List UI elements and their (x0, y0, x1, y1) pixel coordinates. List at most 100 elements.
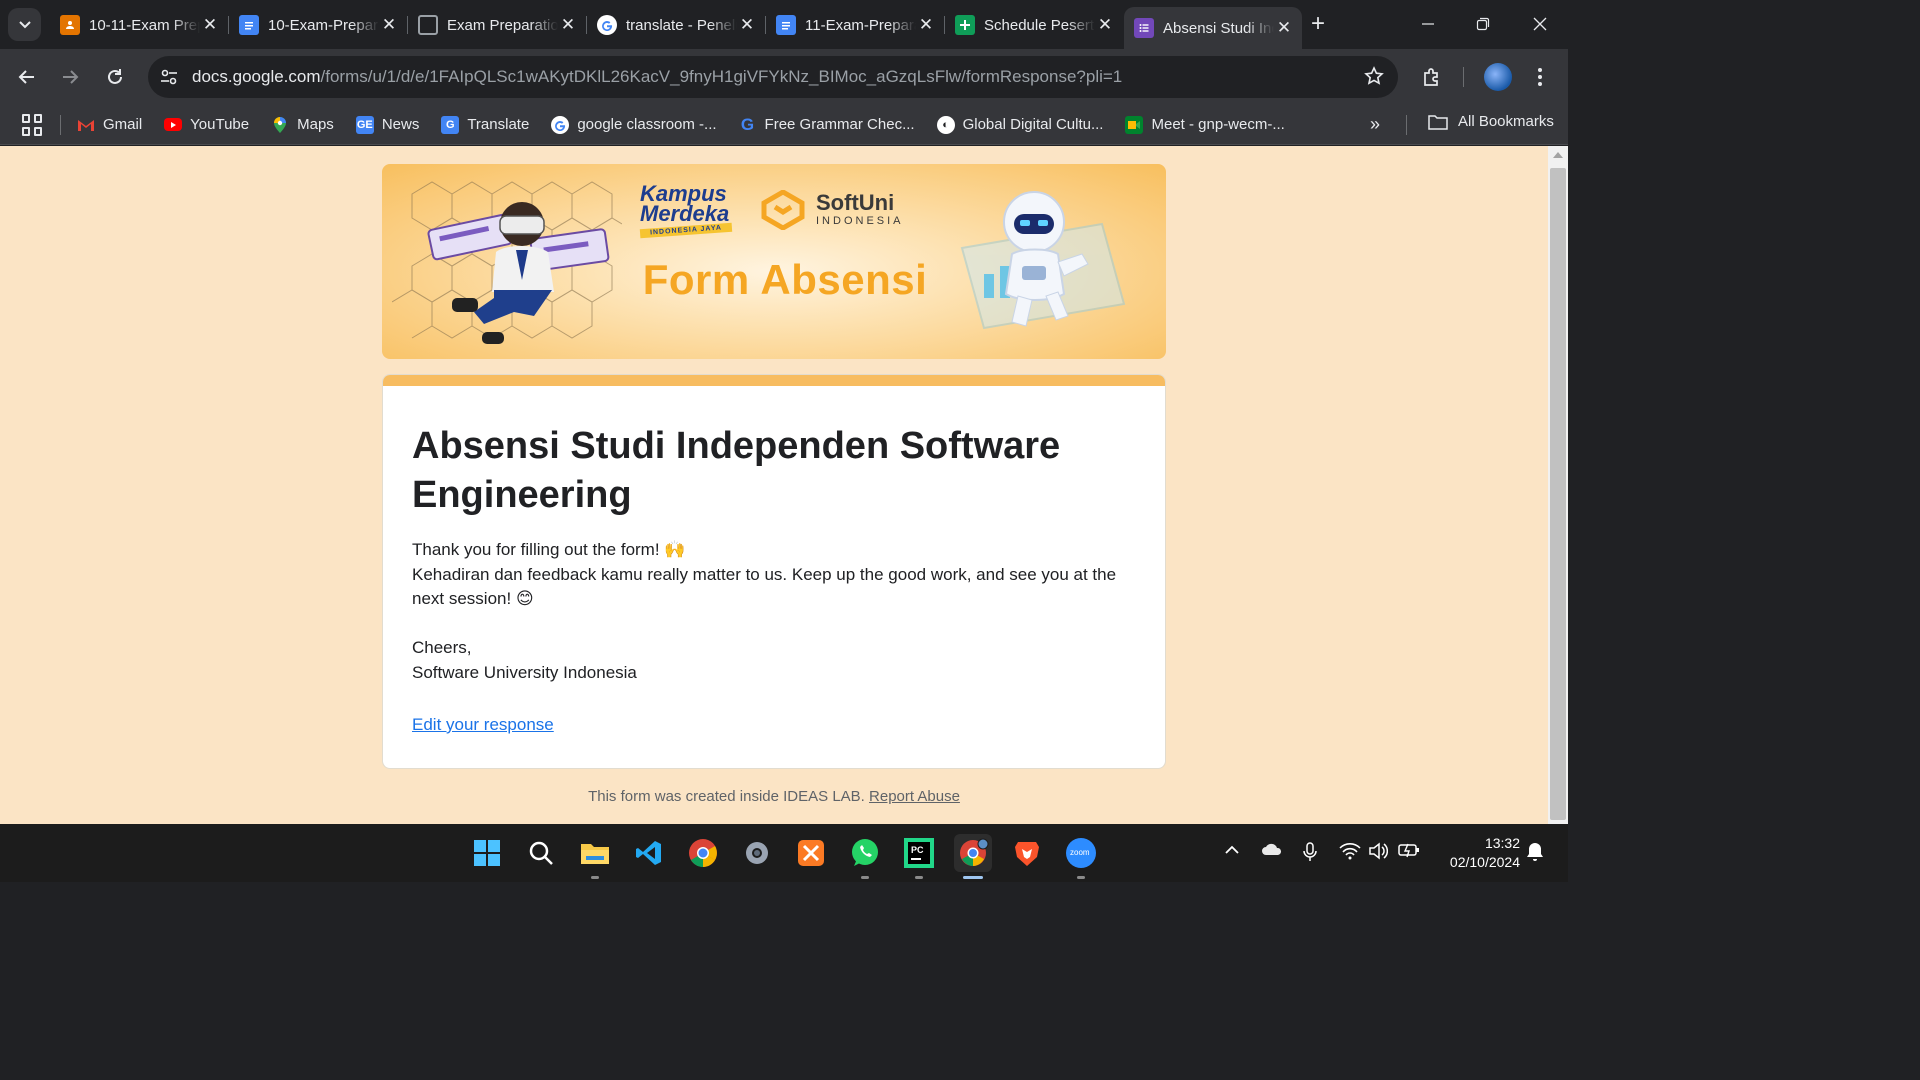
tab-exam-prep-doc-11[interactable]: 11-Exam-Preparation ✕ (766, 7, 945, 43)
url-host: docs.google.com (192, 67, 321, 86)
site-info-icon[interactable] (158, 66, 180, 88)
page-footer: This form was created inside IDEAS LAB. … (0, 788, 1548, 805)
apps-grid-icon[interactable] (22, 113, 44, 136)
running-indicator (861, 876, 869, 879)
tab-exam-preparation[interactable]: Exam Preparation ✕ (408, 7, 587, 43)
tab-exam-prep-slides[interactable]: 10-11-Exam Preparation ✕ (50, 7, 229, 43)
bookmarks-bar: Gmail YouTube Maps GE News G Translate goo… (0, 105, 1568, 145)
clock-time: 13:32 (1484, 835, 1520, 851)
settings-icon (746, 842, 768, 864)
extensions-button[interactable] (1416, 61, 1448, 93)
bookmark-google-classroom[interactable]: google classroom -... (551, 115, 717, 134)
form-page: Kampus Merdeka INDONESIA JAYA SoftUni IND… (0, 146, 1548, 824)
forward-button[interactable] (54, 61, 86, 93)
vscode-button[interactable] (630, 834, 668, 872)
notification-bell-icon[interactable] (1526, 842, 1544, 867)
reload-button[interactable] (99, 61, 131, 93)
address-bar[interactable]: docs.google.com/forms/u/1/d/e/1FAIpQLSc1… (148, 56, 1398, 98)
search-icon (529, 841, 553, 865)
message-line: Kehadiran dan feedback kamu really matte… (412, 564, 1117, 609)
grammar-icon: G (740, 114, 755, 134)
tab-title: Schedule Peserta (984, 16, 1095, 34)
all-bookmarks-button[interactable]: All Bookmarks (1428, 113, 1554, 130)
bookmark-label: YouTube (190, 116, 250, 133)
bookmark-star-icon[interactable] (1364, 66, 1384, 91)
close-icon[interactable]: ✕ (1095, 15, 1115, 35)
more-bookmarks-icon[interactable]: » (1370, 114, 1380, 135)
more-vert-icon (1538, 68, 1542, 86)
zoom-button[interactable]: zoom (1062, 834, 1100, 879)
close-icon[interactable]: ✕ (379, 15, 399, 35)
chrome-button[interactable] (684, 834, 722, 872)
back-button[interactable] (11, 61, 43, 93)
menu-button[interactable] (1524, 61, 1556, 93)
docs-icon (776, 15, 796, 35)
bookmark-global-digital[interactable]: ◐ Global Digital Cultu... (936, 115, 1103, 134)
search-button[interactable] (522, 834, 560, 872)
banner-title: Form Absensi (642, 256, 928, 303)
globe-icon: ◐ (936, 115, 955, 134)
close-icon[interactable]: ✕ (1274, 18, 1294, 38)
confirmation-card: Absensi Studi Independen Software Engine… (382, 374, 1166, 769)
bookmark-maps[interactable]: Maps (271, 116, 334, 134)
onedrive-icon[interactable] (1261, 842, 1283, 861)
wifi-icon[interactable] (1339, 842, 1361, 865)
close-icon (1533, 17, 1547, 31)
minimize-button[interactable] (1408, 10, 1448, 40)
edit-response-link[interactable]: Edit your response (412, 715, 554, 735)
bookmark-meet[interactable]: Meet - gnp-wecm-... (1125, 115, 1285, 134)
settings-button[interactable] (738, 834, 776, 872)
tab-absensi-active[interactable]: Absensi Studi Independen ✕ (1124, 7, 1302, 49)
arrow-left-icon (18, 70, 34, 84)
softuni-subtext: INDONESIA (816, 215, 904, 227)
pycharm-button[interactable]: PC (900, 834, 938, 879)
show-hidden-icons-button[interactable] (1224, 842, 1240, 860)
bookmark-translate[interactable]: G Translate (441, 115, 530, 134)
report-abuse-link[interactable]: Report Abuse (869, 788, 960, 805)
minimize-icon (1422, 23, 1434, 25)
close-window-button[interactable] (1520, 10, 1560, 40)
close-icon[interactable]: ✕ (737, 15, 757, 35)
maps-icon (271, 116, 289, 134)
microphone-icon[interactable] (1303, 842, 1317, 867)
profile-avatar[interactable] (1484, 63, 1512, 91)
close-icon[interactable]: ✕ (558, 15, 578, 35)
browser-toolbar: docs.google.com/forms/u/1/d/e/1FAIpQLSc1… (0, 49, 1568, 105)
news-icon: GE (355, 115, 374, 134)
chrome-profile-button[interactable] (954, 834, 992, 879)
softuni-mark-icon (761, 190, 805, 230)
scrollbar-thumb[interactable] (1550, 168, 1566, 820)
tab-schedule[interactable]: Schedule Peserta ✕ (945, 7, 1123, 43)
xampp-button[interactable] (792, 834, 830, 872)
bookmark-label: Translate (467, 116, 530, 133)
battery-icon[interactable] (1398, 842, 1420, 863)
bookmark-label: google classroom -... (577, 116, 717, 133)
bookmarks-divider (60, 114, 61, 135)
url-text[interactable]: docs.google.com/forms/u/1/d/e/1FAIpQLSc1… (192, 67, 1122, 87)
restore-button[interactable] (1463, 10, 1503, 40)
scroll-up-arrow[interactable] (1553, 152, 1563, 158)
bookmark-youtube[interactable]: YouTube (164, 116, 249, 133)
google-icon (597, 15, 617, 35)
new-tab-button[interactable]: + (1304, 10, 1332, 38)
running-indicator (915, 876, 923, 879)
bookmark-news[interactable]: GE News (355, 115, 419, 134)
bookmark-grammar[interactable]: G Free Grammar Chec... (739, 114, 915, 134)
close-icon[interactable]: ✕ (916, 15, 936, 35)
bookmark-gmail[interactable]: Gmail (77, 116, 142, 134)
page-scrollbar[interactable] (1548, 146, 1568, 824)
tab-search-button[interactable] (8, 8, 41, 41)
window-icon (418, 15, 438, 35)
system-clock[interactable]: 13:32 02/10/2024 (1430, 834, 1520, 872)
kampus-merdeka-text: Kampus Merdeka (640, 181, 730, 226)
start-button[interactable] (468, 834, 506, 872)
tab-translate[interactable]: translate - Penelusuran Google ✕ (587, 7, 766, 43)
volume-icon[interactable] (1368, 842, 1389, 865)
file-explorer-button[interactable] (576, 834, 614, 879)
chevron-down-icon (18, 20, 31, 28)
whatsapp-button[interactable] (846, 834, 884, 879)
brave-button[interactable] (1008, 834, 1046, 872)
tab-title: 10-Exam-Preparation (268, 16, 379, 34)
close-icon[interactable]: ✕ (200, 15, 220, 35)
tab-exam-prep-doc[interactable]: 10-Exam-Preparation ✕ (229, 7, 408, 43)
